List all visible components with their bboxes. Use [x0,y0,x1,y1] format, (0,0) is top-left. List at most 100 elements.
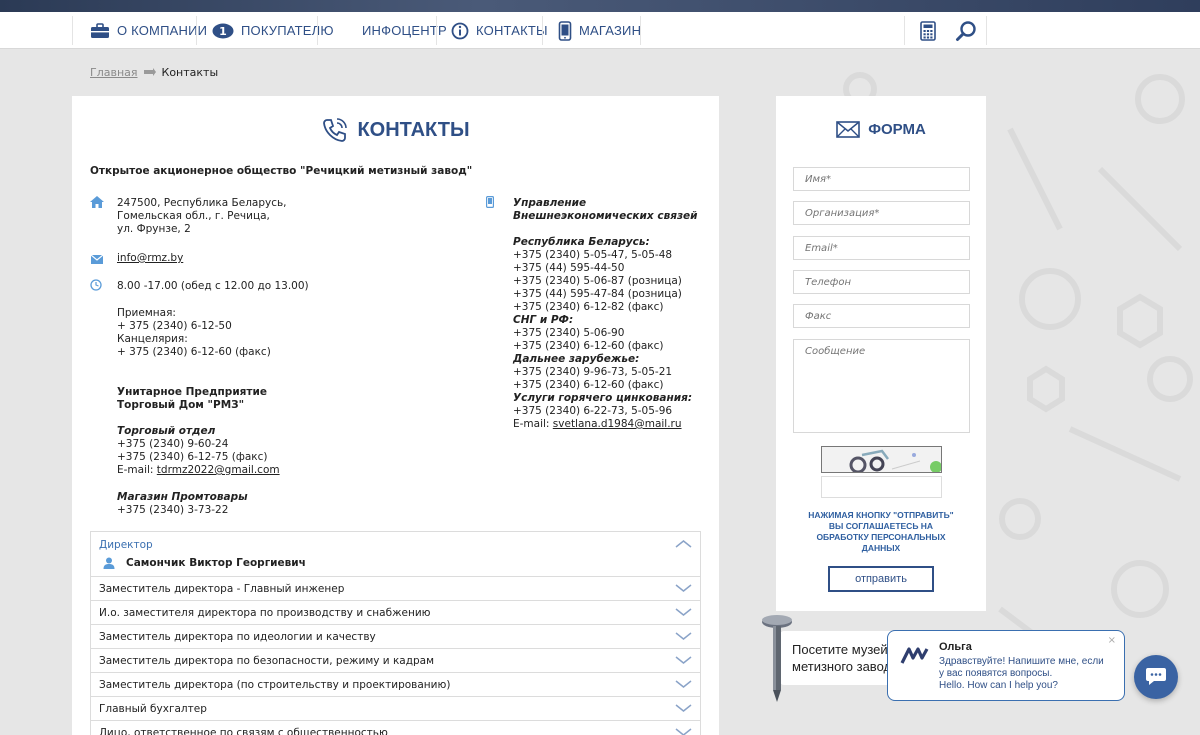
chat-open-button[interactable] [1134,655,1178,699]
sales-fax: +375 (2340) 6-12-75 (факс) [117,451,268,463]
accordion-item[interactable]: Заместитель директора (по строительству … [90,673,701,697]
trade-house-name: Унитарное Предприятие Торговый Дом "РМЗ" [117,386,267,412]
clock-icon [90,279,102,294]
nav-item-shop[interactable]: МАГАЗИН [558,12,641,49]
accordion-item[interactable]: И.о. заместителя директора по производст… [90,601,701,625]
accordion-label: Заместитель директора - Главный инженер [99,583,345,595]
fea-title-line: Внешнеэкономических связей [513,210,698,222]
director-name: Самончик Виктор Георгиевич [126,557,306,569]
organization-input[interactable] [793,201,970,225]
galvanizing-phone: +375 (2340) 6-22-73, 5-05-96 [513,405,673,417]
trade-house-line: Торговый Дом "РМЗ" [117,399,245,411]
page-title: КОНТАКТЫ [72,116,719,144]
nav-item-infocenter[interactable]: ИНФОЦЕНТР [362,12,447,49]
sales-email-label: E-mail: [117,464,157,476]
sales-label: Торговый отдел [117,425,216,437]
search-icon [955,20,977,42]
galvanizing-email-label: E-mail: [513,418,553,430]
accordion-label: Лицо, ответственное по связям с обществе… [99,727,388,735]
form-title: ФОРМА [776,121,986,138]
calculator-button[interactable] [920,12,936,49]
badge-one-icon: 1 [212,23,234,39]
chevron-down-icon[interactable] [675,727,692,735]
chat-message-line: Hello. How can I help you? [939,680,1058,691]
breadcrumb-home-link[interactable]: Главная [90,66,138,79]
nav-item-contacts[interactable]: КОНТАКТЫ [451,12,548,49]
captcha-image [821,446,942,473]
name-input[interactable] [793,167,970,191]
nav-divider [542,16,543,45]
cis-phone: +375 (2340) 5-06-90 [513,327,625,339]
chat-close-button[interactable]: × [1108,635,1116,646]
galvanizing-label: Услуги горячего цинкования: [513,392,693,404]
briefcase-icon [90,22,110,39]
chevron-down-icon[interactable] [675,583,692,596]
chat-message-line: Здравствуйте! Напишите мне, если [939,656,1104,667]
reception-phone: + 375 (2340) 6-12-50 [117,320,232,332]
accordion-label: И.о. заместителя директора по производст… [99,607,431,619]
far-phone: +375 (2340) 9-96-73, 5-05-21 [513,366,673,378]
nav-divider [72,16,73,45]
nav-item-customer[interactable]: 1 ПОКУПАТЕЛЮ [212,12,334,49]
chat-message-line: у вас появятся вопросы. [939,668,1053,679]
accordion-item[interactable]: Заместитель директора по идеологии и кач… [90,625,701,649]
email-input[interactable] [793,236,970,260]
museum-line: метизного завода [792,659,899,674]
staff-accordion: Директор Самончик Виктор Георгиевич Заме… [90,531,701,735]
accordion-item[interactable]: Заместитель директора по безопасности, р… [90,649,701,673]
svg-text:1: 1 [219,25,227,38]
submit-button[interactable]: отправить [828,566,934,592]
accordion-item[interactable]: Лицо, ответственное по связям с обществе… [90,721,701,735]
chevron-up-icon[interactable] [675,538,692,551]
cis-phone: +375 (2340) 6-12-60 (факс) [513,340,664,352]
far-phone: +375 (2340) 6-12-60 (факс) [513,379,664,391]
email-link-text[interactable]: info@rmz.by [117,252,183,264]
info-icon [451,22,469,40]
chevron-down-icon[interactable] [675,655,692,668]
chat-agent-name: Ольга [939,641,972,653]
phone-call-icon [321,116,349,144]
envelope-icon [836,121,860,138]
chevron-down-icon[interactable] [675,631,692,644]
sales-email-link[interactable]: tdrmz2022@gmail.com [157,464,280,476]
email-link[interactable]: info@rmz.by [117,252,183,265]
trade-house-line: Унитарное Предприятие [117,386,267,398]
nav-item-company[interactable]: О КОМПАНИИ [90,12,207,49]
phone-icon [558,20,572,41]
rb-phone: +375 (2340) 5-06-87 (розница) [513,275,682,287]
captcha-input[interactable] [821,476,942,498]
accordion-label: Заместитель директора (по строительству … [99,679,451,691]
chat-popup[interactable]: Ольга Здравствуйте! Напишите мне, если у… [887,630,1125,701]
message-textarea[interactable] [793,339,970,433]
rb-label: Республика Беларусь: [513,236,650,248]
nav-label: ИНФОЦЕНТР [362,23,447,38]
reception-block: Приемная: + 375 (2340) 6-12-50 Канцеляри… [117,307,271,359]
nail-icon [760,614,794,705]
museum-line: Посетите музей [792,642,888,657]
accordion-item[interactable]: Заместитель директора - Главный инженер [90,577,701,601]
chevron-down-icon[interactable] [675,679,692,692]
rb-phone: +375 (44) 595-44-50 [513,262,625,274]
fax-input[interactable] [793,304,970,328]
shop-block: Магазин Промтовары +375 (2340) 3-73-22 [117,491,248,517]
shop-label: Магазин Промтовары [117,491,248,503]
nav-label: КОНТАКТЫ [476,23,548,38]
foreign-trade-block: Управление Внешнеэкономических связей Ре… [513,197,698,431]
chevron-down-icon[interactable] [675,607,692,620]
accordion-item-open[interactable]: Директор Самончик Виктор Георгиевич [90,531,701,577]
galvanizing-email-link[interactable]: svetlana.d1984@mail.ru [553,418,682,430]
accordion-item[interactable]: Главный бухгалтер [90,697,701,721]
sales-department: Торговый отдел +375 (2340) 9-60-24 +375 … [117,425,280,477]
chat-bubble-icon [1145,666,1167,689]
chevron-down-icon[interactable] [675,703,692,716]
search-button[interactable] [955,12,977,49]
address-block: 247500, Республика Беларусь, Гомельская … [117,197,287,236]
cis-label: СНГ и РФ: [513,314,574,326]
phone-input[interactable] [793,270,970,294]
museum-promo[interactable]: Посетите музей метизного завода [780,631,898,685]
office-label: Канцелярия: [117,333,188,345]
rb-phone: +375 (2340) 6-12-82 (факс) [513,301,664,313]
envelope-icon [90,254,104,267]
nav-divider [640,16,641,45]
far-label: Дальнее зарубежье: [513,353,640,365]
